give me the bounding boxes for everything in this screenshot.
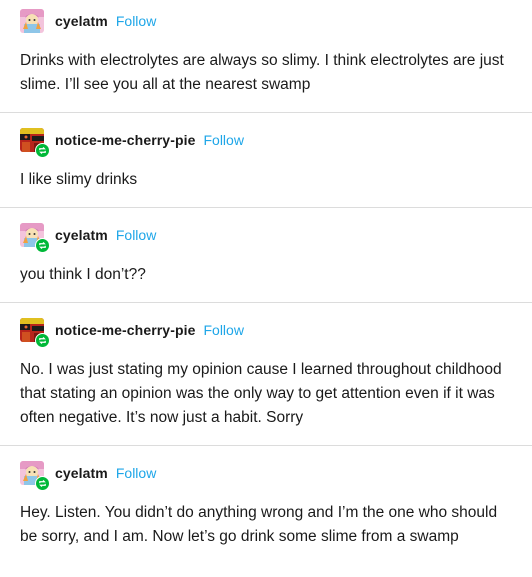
avatar[interactable] xyxy=(20,223,50,253)
post-header: notice-me-cherry-pie Follow xyxy=(20,128,244,158)
follow-button[interactable]: Follow xyxy=(203,132,243,148)
avatar[interactable] xyxy=(20,128,50,158)
divider xyxy=(0,445,532,446)
post-text: No. I was just stating my opinion cause … xyxy=(20,361,502,426)
reblog-badge-icon xyxy=(35,476,50,491)
post-text: Hey. Listen. You didn’t do anything wron… xyxy=(20,504,498,545)
post-text: you think I don’t?? xyxy=(20,266,146,283)
username[interactable]: cyelatm xyxy=(55,465,108,481)
reblog-badge-icon xyxy=(35,143,50,158)
reblog-badge-icon xyxy=(35,333,50,348)
post-text: Drinks with electrolytes are always so s… xyxy=(20,52,504,93)
username[interactable]: notice-me-cherry-pie xyxy=(55,132,195,148)
follow-button[interactable]: Follow xyxy=(203,322,243,338)
divider xyxy=(0,112,532,113)
avatar[interactable] xyxy=(20,9,44,33)
post-header: cyelatm Follow xyxy=(20,461,156,491)
reblog-badge-icon xyxy=(35,238,50,253)
follow-button[interactable]: Follow xyxy=(116,465,156,481)
post-header: cyelatm Follow xyxy=(20,223,156,253)
avatar[interactable] xyxy=(20,461,50,491)
cyelatm-avatar-icon xyxy=(20,9,44,33)
follow-button[interactable]: Follow xyxy=(116,227,156,243)
divider xyxy=(0,302,532,303)
post-text: I like slimy drinks xyxy=(20,171,138,188)
username[interactable]: cyelatm xyxy=(55,227,108,243)
username[interactable]: cyelatm xyxy=(55,13,108,29)
follow-button[interactable]: Follow xyxy=(116,13,156,29)
post-header: cyelatm Follow xyxy=(20,9,156,33)
divider xyxy=(0,207,532,208)
avatar[interactable] xyxy=(20,318,50,348)
username[interactable]: notice-me-cherry-pie xyxy=(55,322,195,338)
post-header: notice-me-cherry-pie Follow xyxy=(20,318,244,348)
